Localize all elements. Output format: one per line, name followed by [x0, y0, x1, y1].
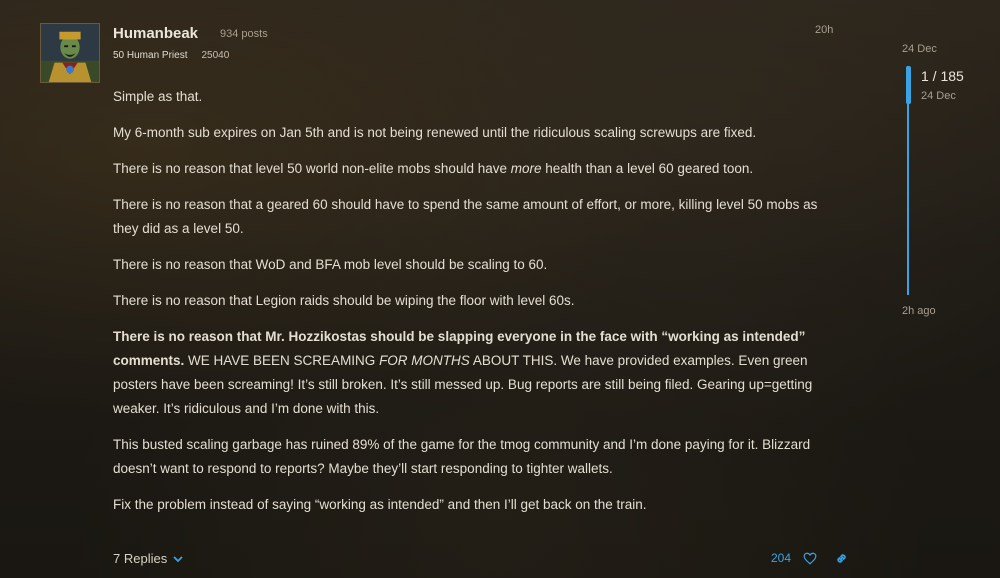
post-paragraph: There is no reason that WoD and BFA mob …	[113, 257, 548, 272]
timeline-scroll-handle[interactable]	[906, 66, 911, 104]
author-avatar[interactable]	[40, 23, 100, 83]
post-paragraph: My 6-month sub expires on Jan 5th and is…	[113, 125, 757, 140]
text-span: health than a level 60 geared toon.	[541, 161, 754, 176]
timeline-end-date[interactable]: 2h ago	[902, 305, 936, 317]
replies-toggle[interactable]: 7 Replies	[113, 551, 183, 566]
character-class: 50 Human Priest	[113, 50, 188, 61]
timeline-start-date[interactable]: 24 Dec	[902, 43, 937, 55]
character-info: 50 Human Priest 25040	[113, 50, 229, 61]
like-count: 204	[771, 551, 792, 565]
share-link-button[interactable]	[834, 551, 849, 571]
post-paragraph: There is no reason that Mr. Hozzikostas …	[113, 325, 833, 421]
text-span: There is no reason that level 50 world n…	[113, 161, 511, 176]
text-span: WE HAVE BEEN SCREAMING	[184, 353, 380, 368]
post-paragraph: There is no reason that Legion raids sho…	[113, 293, 575, 308]
post-paragraph: There is no reason that a geared 60 shou…	[113, 197, 818, 236]
emphasis-text: more	[510, 161, 542, 176]
timeline-position-date: 24 Dec	[921, 90, 956, 102]
heart-icon	[803, 552, 817, 565]
like-button[interactable]: 204	[771, 551, 817, 565]
link-icon	[837, 554, 846, 563]
post-timestamp[interactable]: 20h	[815, 24, 833, 36]
avatar-image	[41, 24, 99, 82]
post-count: 934 posts	[220, 28, 268, 40]
chevron-down-icon	[173, 555, 183, 562]
author-name[interactable]: Humanbeak	[113, 25, 198, 42]
timeline-position: 1 / 185	[921, 68, 964, 84]
post-paragraph: Fix the problem instead of saying “worki…	[113, 497, 647, 512]
post-paragraph: Simple as that.	[113, 89, 203, 104]
post-paragraph: There is no reason that level 50 world n…	[113, 157, 753, 181]
emphasis-text: FOR MONTHS	[379, 353, 470, 368]
post-paragraph: This busted scaling garbage has ruined 8…	[113, 437, 811, 476]
achievement-score: 25040	[201, 50, 230, 61]
replies-label: 7 Replies	[113, 551, 168, 566]
